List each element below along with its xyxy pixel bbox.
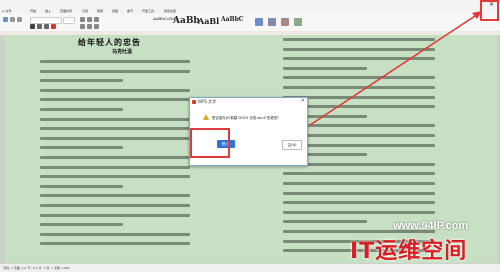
text-line bbox=[283, 201, 435, 205]
text-line bbox=[40, 146, 123, 150]
style-normal[interactable]: AaBbCcDd bbox=[153, 17, 175, 21]
menu-item-dev[interactable]: 开发工具 bbox=[142, 9, 154, 13]
dialog-message: 是否保存对"新建 DOCX 文档.docx"的更改? bbox=[212, 116, 279, 120]
status-text: 页码: 1 页面: 1/2 节: 1/1 行: 1 列: 1 字数: 1960 bbox=[3, 266, 70, 270]
wps-logo-icon bbox=[192, 100, 196, 104]
text-line bbox=[283, 210, 435, 214]
text-line bbox=[283, 172, 435, 176]
text-line bbox=[283, 38, 435, 41]
bold-icon[interactable] bbox=[30, 24, 35, 29]
align-center-icon[interactable] bbox=[87, 24, 92, 29]
text-line bbox=[40, 232, 190, 236]
copy-icon[interactable] bbox=[17, 17, 22, 22]
text-line bbox=[40, 108, 123, 111]
text-line bbox=[40, 223, 123, 227]
numbering-icon[interactable] bbox=[87, 17, 92, 22]
doc-author: 马克吐温 bbox=[112, 49, 133, 55]
text-line bbox=[40, 79, 123, 83]
text-line bbox=[283, 66, 367, 70]
ribbon-toolbar: AaBbCcDd AaBb AaBl AaBbC bbox=[0, 14, 500, 32]
font-size-select[interactable] bbox=[63, 17, 75, 24]
text-line bbox=[283, 76, 435, 80]
align-right-icon[interactable] bbox=[94, 24, 99, 29]
dialog-title: WPS 文字 bbox=[198, 99, 217, 104]
find-replace-icon[interactable] bbox=[281, 18, 289, 26]
indent-icon[interactable] bbox=[94, 17, 99, 22]
menu-item-file[interactable]: ≡ 文件 bbox=[2, 9, 11, 13]
highlight-yes-box bbox=[190, 128, 230, 158]
text-line bbox=[40, 88, 190, 92]
text-line bbox=[40, 194, 190, 198]
text-line bbox=[283, 47, 435, 51]
text-line bbox=[40, 98, 190, 102]
align-left-icon[interactable] bbox=[80, 24, 85, 29]
dialog-close-icon[interactable]: ✕ bbox=[301, 98, 305, 104]
text-line bbox=[40, 213, 190, 217]
cut-icon[interactable] bbox=[10, 17, 15, 22]
menu-item-section[interactable]: 章节 bbox=[127, 9, 133, 13]
menu-item-home[interactable]: 开始 bbox=[30, 9, 36, 13]
style-heading-2[interactable]: AaBl bbox=[198, 17, 219, 25]
text-line bbox=[40, 136, 190, 140]
text-line bbox=[283, 57, 435, 61]
menu-item-view[interactable]: 视图 bbox=[112, 9, 118, 13]
menu-item-reference[interactable]: 引用 bbox=[82, 9, 88, 13]
text-line bbox=[283, 191, 435, 195]
text-line bbox=[40, 242, 190, 246]
watermark-brand: IT运维空间 bbox=[350, 239, 468, 264]
italic-icon[interactable] bbox=[37, 24, 42, 29]
menu-item-layout[interactable]: 页面布局 bbox=[60, 9, 72, 13]
text-line bbox=[40, 127, 190, 131]
font-color-icon[interactable] bbox=[51, 24, 56, 29]
text-line bbox=[40, 156, 190, 159]
text-line bbox=[283, 86, 435, 89]
text-line bbox=[40, 204, 190, 207]
menu-item-review[interactable]: 审阅 bbox=[97, 9, 103, 13]
doc-title: 给年轻人的忠告 bbox=[78, 37, 141, 47]
paste-icon[interactable] bbox=[3, 17, 8, 22]
menu-item-features[interactable]: 特色功能 bbox=[164, 9, 176, 13]
select-icon[interactable] bbox=[294, 18, 302, 26]
text-line bbox=[283, 220, 367, 224]
underline-icon[interactable] bbox=[44, 24, 49, 29]
style-heading-3[interactable]: AaBbC bbox=[221, 17, 244, 23]
font-family-select[interactable] bbox=[30, 17, 62, 24]
new-style-icon[interactable] bbox=[255, 18, 263, 26]
style-heading-1[interactable]: AaBb bbox=[173, 17, 200, 26]
text-tool-icon[interactable] bbox=[268, 18, 276, 26]
watermark-url: www.94IP.com bbox=[393, 220, 469, 232]
menu-item-insert[interactable]: 插入 bbox=[45, 9, 51, 13]
text-line bbox=[283, 182, 435, 185]
text-line bbox=[40, 69, 190, 73]
bullets-icon[interactable] bbox=[80, 17, 85, 22]
text-line bbox=[40, 60, 190, 63]
highlight-close-box bbox=[480, 0, 499, 21]
text-line bbox=[40, 165, 190, 169]
text-line bbox=[40, 184, 123, 188]
no-button[interactable]: 否(N) bbox=[282, 140, 302, 150]
warning-icon bbox=[203, 114, 209, 120]
text-line bbox=[40, 117, 190, 121]
text-line bbox=[40, 175, 190, 179]
